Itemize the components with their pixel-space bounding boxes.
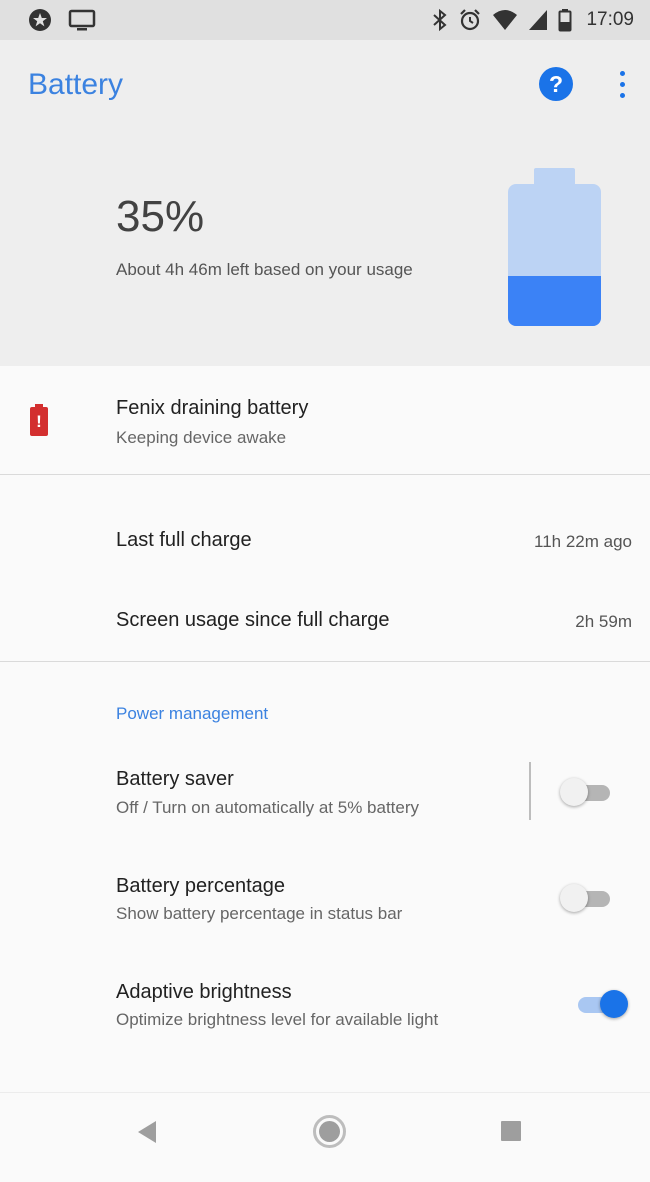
battery-alert-item[interactable]: ! Fenix draining battery Keeping device … xyxy=(0,366,650,474)
battery-saver-item[interactable]: Battery saver Off / Turn on automaticall… xyxy=(0,755,650,861)
divider xyxy=(0,474,650,475)
battery-percentage-item[interactable]: Battery percentage Show battery percenta… xyxy=(0,861,650,967)
bluetooth-icon xyxy=(433,8,447,32)
divider xyxy=(0,661,650,662)
alarm-icon xyxy=(460,9,481,31)
battery-saver-subtitle: Off / Turn on automatically at 5% batter… xyxy=(116,798,420,817)
battery-summary: 35% About 4h 46m left based on your usag… xyxy=(0,136,650,366)
alert-title: Fenix draining battery xyxy=(116,397,309,419)
more-vert-icon[interactable] xyxy=(607,68,637,102)
page-title: Battery xyxy=(28,68,124,101)
wifi-icon xyxy=(493,10,518,30)
battery-percentage-toggle[interactable] xyxy=(560,883,616,913)
screen-usage-label: Screen usage since full charge xyxy=(116,609,390,631)
cast-icon xyxy=(68,9,96,31)
recents-icon[interactable] xyxy=(501,1121,521,1141)
last-full-charge-value: 11h 22m ago xyxy=(534,532,632,551)
navigation-bar xyxy=(0,1092,650,1182)
battery-saver-title: Battery saver xyxy=(116,768,234,790)
battery-percentage-title: Battery percentage xyxy=(116,875,285,897)
battery-level-fill xyxy=(508,276,601,326)
app-bar: Battery ? xyxy=(0,40,650,136)
home-icon[interactable] xyxy=(313,1115,346,1148)
battery-estimate: About 4h 46m left based on your usage xyxy=(116,260,413,279)
adaptive-brightness-title: Adaptive brightness xyxy=(116,981,292,1003)
last-full-charge-label: Last full charge xyxy=(116,529,252,551)
alert-subtitle: Keeping device awake xyxy=(116,428,287,447)
battery-alert-icon: ! xyxy=(30,404,48,436)
battery-percentage-subtitle: Show battery percentage in status bar xyxy=(116,904,403,923)
battery-icon xyxy=(558,9,572,32)
adaptive-brightness-toggle[interactable] xyxy=(572,989,628,1019)
adaptive-brightness-item[interactable]: Adaptive brightness Optimize brightness … xyxy=(0,967,650,1073)
notification-icon xyxy=(29,9,51,31)
back-icon[interactable] xyxy=(138,1121,156,1143)
status-bar: 17:09 xyxy=(0,0,650,40)
adaptive-brightness-subtitle: Optimize brightness level for available … xyxy=(116,1010,439,1029)
battery-percentage: 35% xyxy=(116,192,205,241)
divider xyxy=(529,762,531,820)
section-header-power-management: Power management xyxy=(116,704,269,723)
last-full-charge-item: Last full charge 11h 22m ago xyxy=(0,500,650,580)
battery-level-icon xyxy=(508,168,601,326)
screen-usage-item: Screen usage since full charge 2h 59m xyxy=(0,580,650,662)
screen-usage-value: 2h 59m xyxy=(575,612,632,631)
battery-saver-toggle[interactable] xyxy=(560,777,616,807)
status-time: 17:09 xyxy=(586,9,634,30)
help-icon[interactable]: ? xyxy=(539,67,573,101)
signal-icon xyxy=(529,10,548,30)
